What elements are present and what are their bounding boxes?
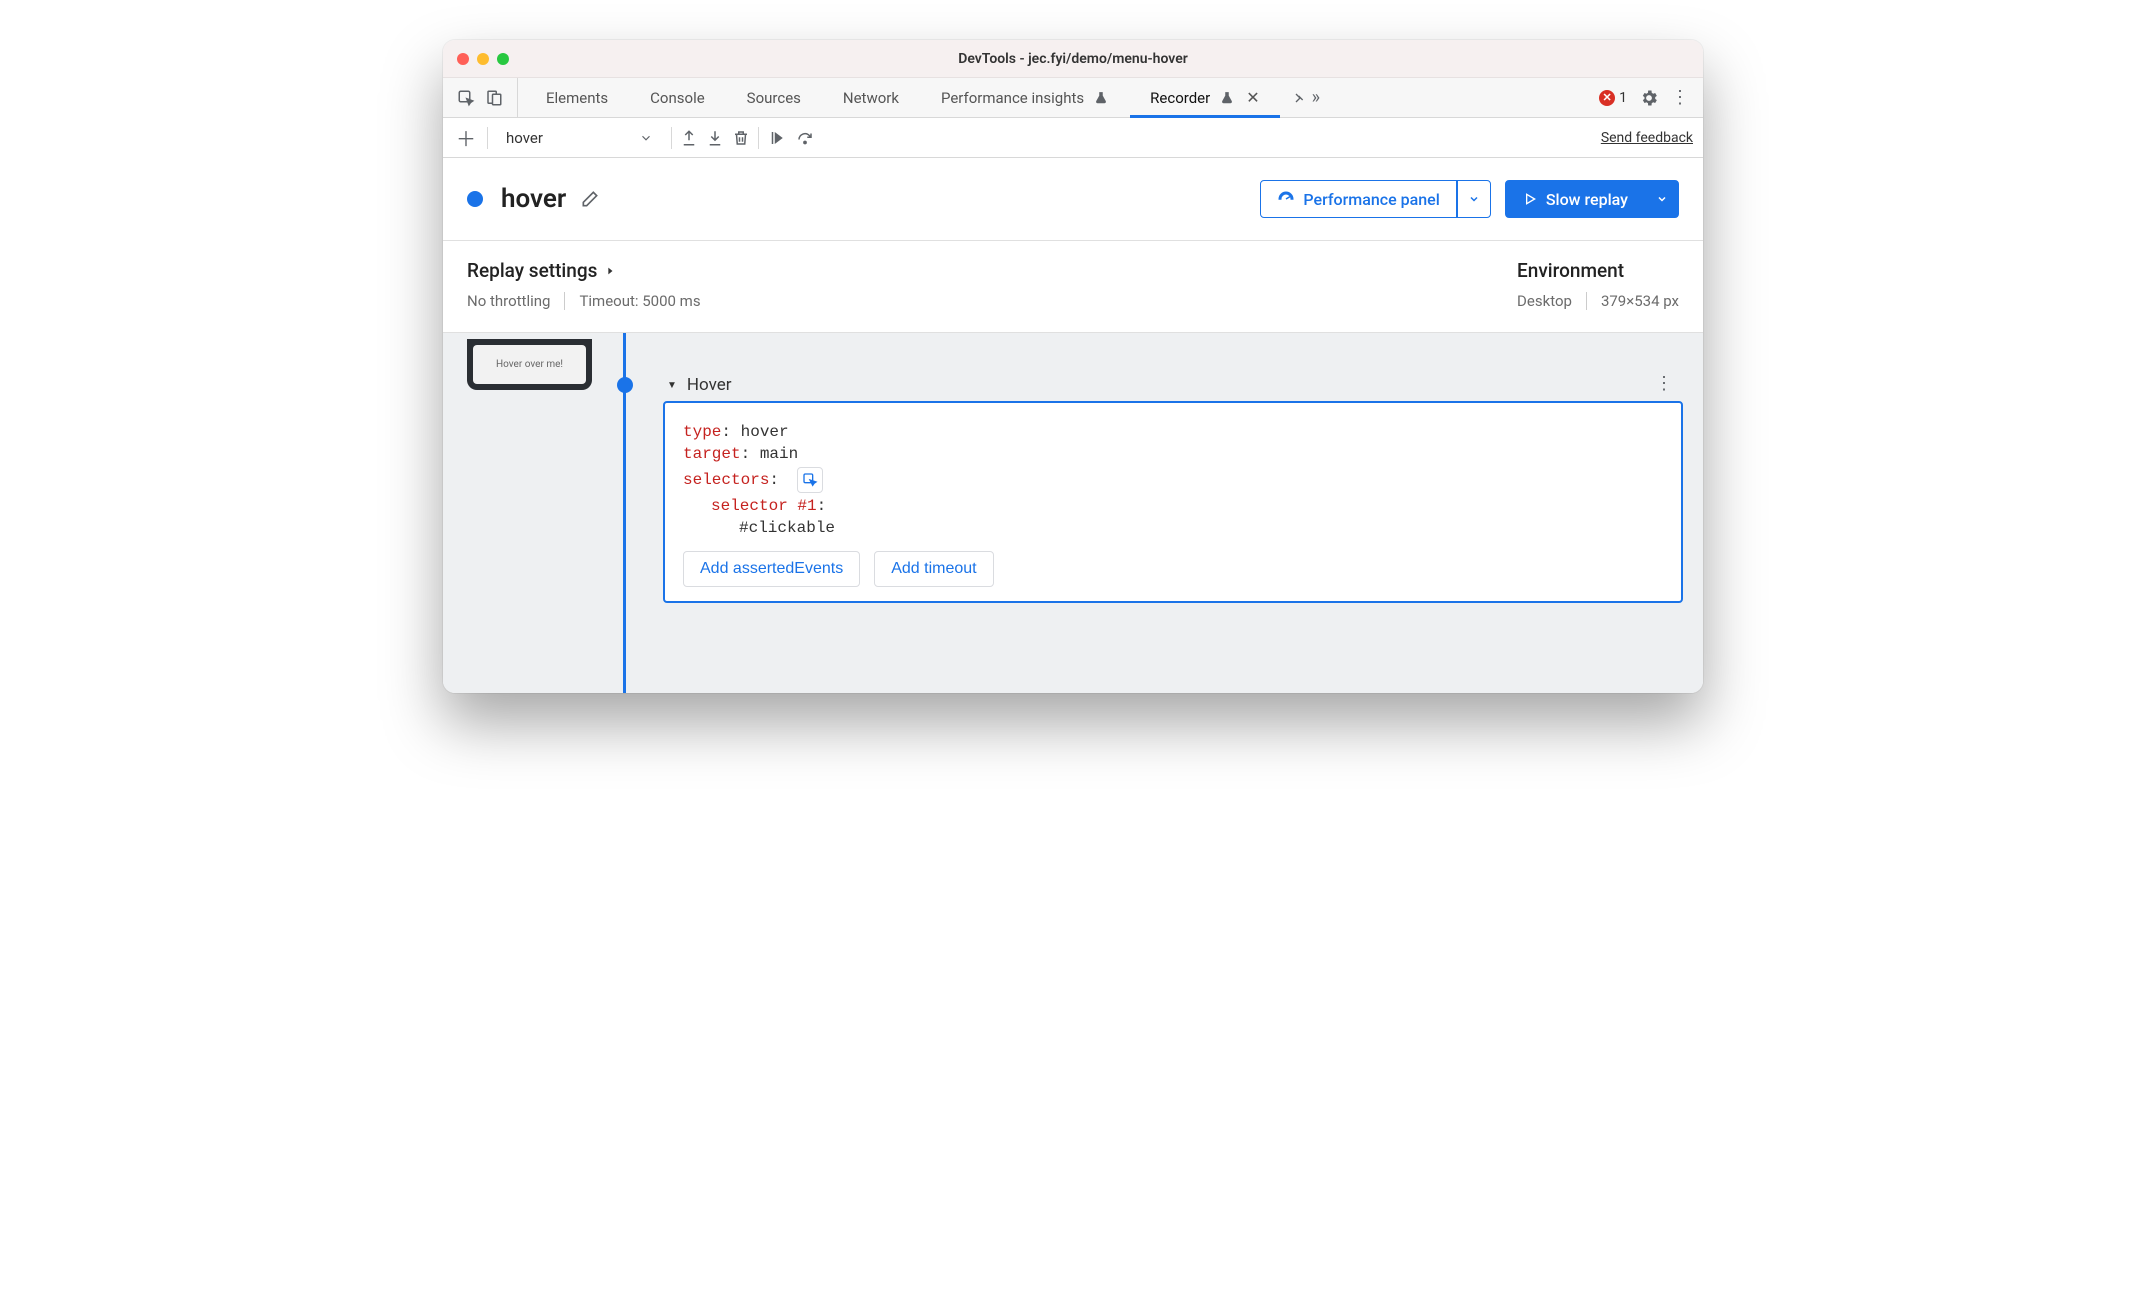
type-value[interactable]: hover (741, 423, 789, 441)
beaker-icon (1220, 91, 1234, 105)
titlebar: DevTools - jec.fyi/demo/menu-hover (443, 40, 1703, 78)
tab-network[interactable]: Network (823, 78, 919, 117)
import-icon[interactable] (706, 129, 724, 147)
panel-tabbar: Elements Console Sources Network Perform… (443, 78, 1703, 118)
throttling-value: No throttling (467, 292, 550, 310)
replay-dropdown[interactable] (1645, 180, 1679, 218)
step-icon[interactable] (767, 129, 787, 147)
chevron-down-icon (1468, 193, 1480, 205)
new-recording-button[interactable]: ＋ (453, 125, 479, 151)
recorder-toolbar: ＋ hover Send feedback (443, 118, 1703, 158)
slow-replay-button[interactable]: Slow replay (1505, 180, 1645, 218)
export-icon[interactable] (680, 129, 698, 147)
error-badge[interactable]: ✕ 1 (1599, 90, 1627, 106)
beaker-icon (1094, 91, 1108, 105)
settings-icon[interactable] (1639, 88, 1659, 108)
inspect-element-icon[interactable] (457, 89, 475, 107)
environment-title: Environment (1517, 259, 1679, 282)
recording-header: hover Performance panel Slow replay (443, 158, 1703, 241)
tab-sources[interactable]: Sources (727, 78, 821, 117)
recording-selector[interactable]: hover (496, 129, 663, 147)
error-count: 1 (1619, 90, 1627, 106)
device-toolbar-icon[interactable] (485, 89, 503, 107)
type-key: type (683, 423, 721, 441)
step-body: type: hover target: main selectors: sele… (663, 401, 1683, 603)
timeout-value: Timeout: 5000 ms (579, 292, 700, 310)
devtools-window: DevTools - jec.fyi/demo/menu-hover Eleme… (443, 40, 1703, 693)
send-feedback-link[interactable]: Send feedback (1601, 130, 1693, 146)
tab-elements[interactable]: Elements (526, 78, 628, 117)
window-title: DevTools - jec.fyi/demo/menu-hover (443, 51, 1703, 67)
replay-settings-toggle[interactable]: Replay settings (467, 259, 701, 282)
more-tabs-button[interactable]: » (1282, 78, 1328, 117)
environment-size: 379×534 px (1601, 292, 1679, 310)
performance-panel-button[interactable]: Performance panel (1260, 180, 1456, 218)
target-value[interactable]: main (760, 445, 798, 463)
tab-console[interactable]: Console (630, 78, 725, 117)
selector-label: selector #1 (711, 497, 817, 515)
kebab-menu-icon[interactable]: ⋮ (1671, 87, 1689, 108)
target-key: target (683, 445, 741, 463)
selector-value[interactable]: #clickable (739, 519, 835, 537)
add-timeout-button[interactable]: Add timeout (874, 551, 993, 587)
play-icon (1522, 191, 1538, 207)
chevron-down-icon (1656, 193, 1668, 205)
selectors-key: selectors (683, 471, 769, 489)
chevron-down-icon (639, 131, 653, 145)
error-icon: ✕ (1599, 90, 1615, 106)
recording-status-dot (467, 191, 483, 207)
gauge-icon (1277, 190, 1295, 208)
step-title: Hover (687, 375, 732, 395)
step-over-icon[interactable] (795, 129, 815, 147)
expand-triangle-icon: ▼ (667, 380, 677, 391)
chevron-right-icon (605, 264, 615, 278)
tab-performance-insights[interactable]: Performance insights (921, 78, 1128, 117)
settings-row: Replay settings No throttling Timeout: 5… (443, 241, 1703, 333)
pick-selector-icon[interactable] (797, 467, 823, 493)
performance-panel-dropdown[interactable] (1457, 180, 1491, 218)
close-tab-icon[interactable]: ✕ (1246, 88, 1259, 107)
thumbnail-text: Hover over me! (473, 345, 586, 384)
delete-icon[interactable] (732, 129, 750, 147)
steps-area: Hover over me! ⋮ ▼ Hover type: hover tar… (443, 333, 1703, 693)
step-marker (617, 377, 633, 393)
step-header[interactable]: ▼ Hover (663, 369, 1683, 401)
environment-device: Desktop (1517, 292, 1572, 310)
add-asserted-events-button[interactable]: Add assertedEvents (683, 551, 860, 587)
tab-recorder[interactable]: Recorder ✕ (1130, 78, 1279, 117)
recording-title: hover (501, 184, 566, 214)
edit-title-icon[interactable] (580, 189, 600, 209)
step-kebab-menu[interactable]: ⋮ (1655, 373, 1673, 394)
step-thumbnail: Hover over me! (467, 339, 592, 390)
